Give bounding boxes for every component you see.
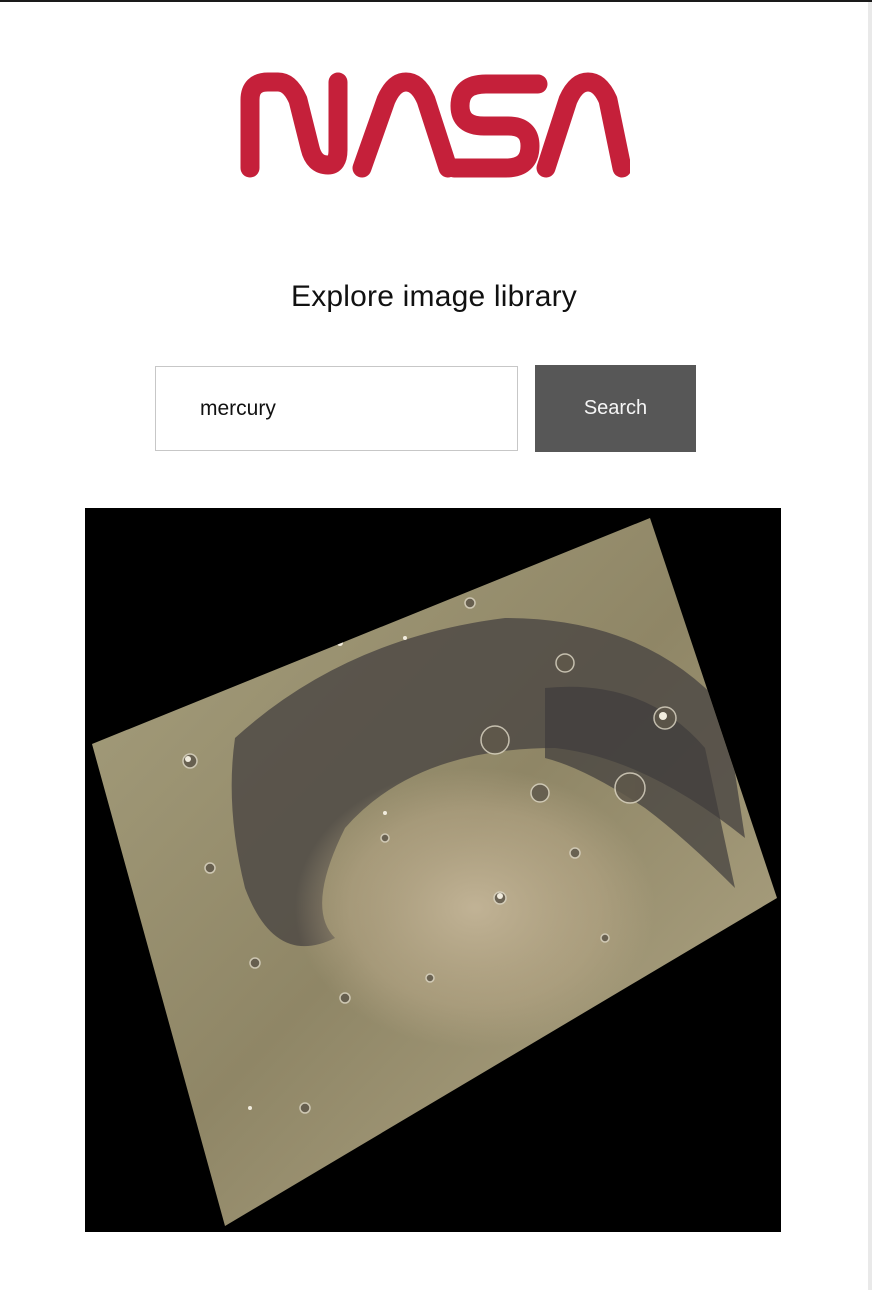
nasa-logo xyxy=(238,70,632,182)
scrollbar-track[interactable] xyxy=(868,2,872,1290)
top-border xyxy=(0,0,872,2)
page-heading: Explore image library xyxy=(291,280,577,313)
search-input[interactable] xyxy=(155,366,518,451)
mercury-surface-image[interactable] xyxy=(85,508,781,1232)
search-button[interactable]: Search xyxy=(535,365,696,452)
